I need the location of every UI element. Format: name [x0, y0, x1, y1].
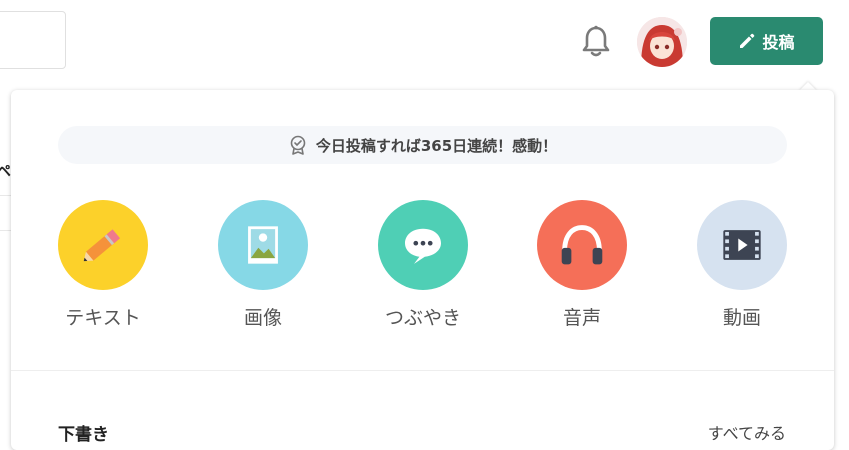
header: 投稿	[0, 0, 849, 90]
post-type-label: 音声	[562, 307, 601, 329]
image-icon	[248, 226, 278, 264]
post-type-audio[interactable]: 音声	[527, 200, 637, 330]
post-type-icon-circle	[58, 200, 148, 290]
film-icon	[723, 230, 761, 260]
headphones-icon	[561, 225, 603, 265]
post-type-icon-circle	[537, 200, 627, 290]
post-type-label: 動画	[722, 307, 761, 329]
drafts-title: 下書き	[58, 425, 109, 445]
post-type-video[interactable]: 動画	[687, 200, 797, 330]
pencil-icon	[740, 33, 755, 48]
post-type-label: 画像	[243, 307, 282, 329]
see-all-link[interactable]: すべてみる	[708, 420, 786, 444]
post-button-label: 投稿	[762, 33, 795, 52]
post-type-image[interactable]: 画像	[208, 200, 318, 330]
post-button[interactable]: 投稿	[710, 17, 823, 65]
post-type-label: テキスト	[65, 307, 141, 329]
post-type-icon-circle	[378, 200, 468, 290]
post-type-murmur[interactable]: つぶやき	[368, 200, 478, 330]
panel-divider	[11, 370, 834, 371]
post-dropdown-panel: 今日投稿すれば365日連続！感動！ テキスト 画像 つぶやき 音声 動画 下書き…	[11, 90, 834, 450]
post-type-icon-circle	[697, 200, 787, 290]
pencil-icon	[83, 229, 121, 262]
post-type-text[interactable]: テキスト	[48, 200, 158, 330]
background-partial-text: ペ	[0, 162, 12, 180]
post-type-icon-circle	[218, 200, 308, 290]
streak-banner: 今日投稿すれば365日連続！感動！	[58, 126, 787, 164]
notification-bell-icon[interactable]	[580, 24, 612, 60]
badge-icon	[290, 135, 306, 155]
streak-banner-text: 今日投稿すれば365日連続！感動！	[315, 136, 558, 155]
chat-bubble-icon	[405, 228, 441, 264]
search-input[interactable]	[0, 11, 66, 69]
post-type-label: つぶやき	[384, 307, 461, 329]
user-avatar[interactable]	[637, 17, 687, 67]
